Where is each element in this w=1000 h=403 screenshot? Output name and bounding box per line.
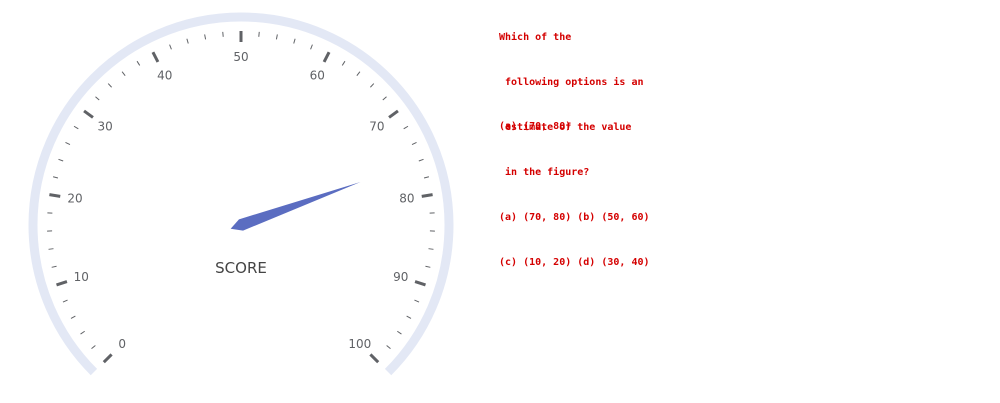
gauge-track	[28, 12, 454, 376]
minor-tick	[58, 158, 64, 162]
question-line: in the figure?	[499, 167, 590, 178]
minor-tick	[414, 299, 420, 303]
minor-tick	[52, 176, 59, 179]
minor-tick	[65, 141, 71, 145]
minor-tick	[62, 299, 68, 303]
minor-tick	[169, 44, 172, 50]
major-tick	[369, 353, 380, 364]
major-tick	[102, 353, 113, 364]
answer-text: (a) (70, 80)	[499, 121, 572, 132]
minor-tick	[397, 330, 402, 335]
minor-tick	[48, 248, 54, 250]
tick-label: 70	[369, 119, 384, 133]
major-tick	[56, 280, 68, 287]
minor-tick	[418, 158, 424, 162]
question-text: Which of the following options is an est…	[499, 0, 650, 285]
major-tick	[151, 51, 160, 63]
minor-tick	[341, 60, 346, 66]
minor-tick	[186, 38, 189, 44]
minor-tick	[51, 265, 57, 268]
minor-tick	[204, 34, 207, 40]
minor-tick	[382, 96, 387, 101]
minor-tick	[121, 71, 126, 76]
minor-tick	[403, 125, 409, 130]
major-tick	[414, 280, 426, 287]
minor-tick	[275, 34, 278, 40]
minor-tick	[73, 125, 79, 130]
tick-label: 90	[393, 270, 408, 284]
major-tick	[388, 109, 399, 119]
major-tick	[49, 193, 61, 198]
tick-label: 10	[74, 270, 89, 284]
minor-tick	[411, 141, 417, 145]
tick-label: 50	[233, 50, 248, 64]
tick-label: 30	[97, 119, 112, 133]
tick-label: 60	[310, 68, 325, 82]
major-tick	[322, 51, 331, 63]
minor-tick	[107, 83, 112, 88]
tick-label: 100	[348, 337, 371, 351]
question-line: following options is an	[499, 77, 644, 88]
minor-tick	[136, 60, 141, 66]
minor-tick	[95, 96, 100, 101]
gauge-chart: 0 10 20 30 40 50 60 70 80 90 100 SCORE	[0, 0, 490, 403]
gauge-svg: 0 10 20 30 40 50 60 70 80 90 100 SCORE	[28, 12, 454, 376]
minor-tick	[386, 345, 391, 350]
minor-tick	[70, 315, 76, 319]
minor-tick	[370, 83, 375, 88]
minor-tick	[356, 71, 361, 76]
gauge-title: SCORE	[215, 259, 267, 277]
major-tick	[421, 193, 433, 198]
question-line: Which of the	[499, 32, 572, 43]
tick-label: 0	[118, 337, 126, 351]
minor-tick	[423, 176, 430, 179]
tick-label: 40	[157, 68, 172, 82]
major-tick	[83, 109, 94, 119]
tick-label: 80	[399, 192, 414, 206]
tick-label: 20	[67, 192, 82, 206]
minor-tick	[293, 38, 296, 44]
question-options-line: (c) (10, 20) (d) (30, 40)	[499, 257, 650, 268]
minor-tick	[310, 44, 313, 50]
minor-tick	[406, 315, 412, 319]
minor-tick	[428, 248, 434, 250]
minor-tick	[425, 265, 431, 268]
gauge-pointer	[230, 181, 361, 231]
question-options-line: (a) (70, 80) (b) (50, 60)	[499, 212, 650, 223]
minor-tick	[80, 330, 85, 335]
minor-tick	[91, 345, 96, 350]
